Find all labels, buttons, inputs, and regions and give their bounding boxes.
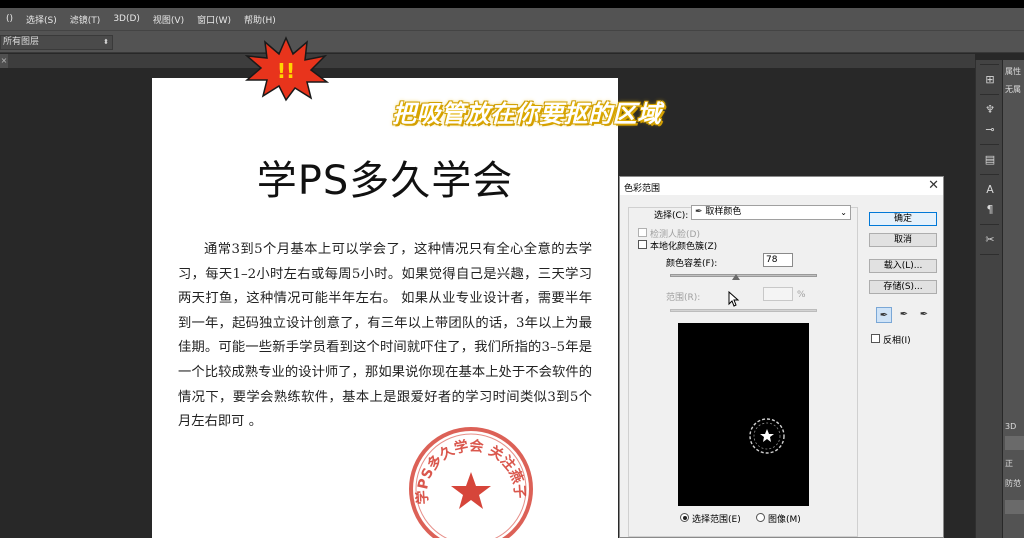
localized-clusters-label: 本地化颜色簇(Z) — [650, 242, 718, 252]
menu-item-select[interactable]: 选择(S) — [20, 13, 64, 26]
chevron-down-icon: ⌄ — [840, 208, 847, 217]
save-button[interactable]: 存储(S)... — [869, 280, 937, 294]
properties-none-label: 无属 — [1005, 85, 1021, 94]
options-bar: 所有图层 ⬍ — [0, 30, 1024, 53]
image-radio-label: 图像(M) — [768, 515, 801, 525]
menu-bar: () 选择(S) 滤镜(T) 3D(D) 视图(V) 窗口(W) 帮助(H) — [0, 8, 1024, 30]
cancel-button[interactable]: 取消 — [869, 233, 937, 247]
selection-radio-label: 选择范围(E) — [692, 515, 741, 525]
menu-item-3d[interactable]: 3D(D) — [107, 14, 147, 24]
character-icon[interactable]: A — [982, 182, 998, 198]
document-heading: 学PS多久学会 — [256, 158, 514, 204]
invert-checkbox[interactable] — [871, 334, 880, 343]
panel-r-label: 防范 — [1005, 479, 1021, 488]
load-button[interactable]: 载入(L)... — [869, 259, 937, 273]
panel-eye-button[interactable] — [1005, 500, 1024, 514]
invert-label: 反相(I) — [883, 336, 911, 346]
menu-item-filter[interactable]: 滤镜(T) — [64, 13, 108, 26]
document-tab-bar: × — [0, 54, 975, 68]
exclamation-burst-badge: !! — [244, 36, 329, 102]
document-paragraph: 通常3到5个月基本上可以学会了，这种情况只有全心全意的去学习，每天1–2小时左右… — [178, 242, 592, 430]
dialog-title: 色彩范围 — [624, 184, 661, 194]
menu-item-help[interactable]: 帮助(H) — [238, 13, 283, 26]
color-range-dialog: 色彩范围 ✕ 选择(C): ✒ 取样颜色 ⌄ 检测人脸(D) 本地化颜色簇(Z)… — [619, 176, 944, 538]
history-icon[interactable]: ⊞ — [982, 72, 998, 88]
select-label: 选择(C): — [654, 211, 689, 221]
sample-layers-value: 所有图层 — [3, 37, 40, 47]
properties-label: 属性 — [1005, 67, 1021, 76]
close-icon[interactable]: ✕ — [928, 178, 939, 193]
panel-search-button[interactable] — [1005, 436, 1024, 450]
burst-text: !! — [277, 59, 295, 83]
top-black-strip — [0, 0, 1024, 8]
fuzziness-slider-thumb[interactable] — [732, 274, 741, 280]
panel-3d-label: 3D — [1005, 422, 1017, 431]
panel-divider — [980, 174, 999, 175]
fuzziness-slider[interactable] — [670, 274, 817, 277]
tutorial-caption: 把吸管放在你要抠的区域 — [392, 100, 662, 128]
tools-icon[interactable]: ✂ — [982, 232, 998, 248]
layers-panel-icon[interactable]: ▤ — [982, 152, 998, 168]
eyedropper-add-icon[interactable]: ✒ — [896, 307, 912, 323]
fuzziness-label: 颜色容差(F): — [666, 259, 718, 269]
range-slider[interactable] — [670, 309, 817, 312]
adjustments-icon[interactable]: ⊸ — [982, 122, 998, 138]
mouse-cursor-icon — [728, 291, 740, 307]
tab-close-icon[interactable]: × — [0, 54, 8, 68]
selection-preview[interactable] — [678, 323, 809, 506]
fuzziness-input[interactable]: 78 — [763, 253, 793, 267]
range-label: 范围(R): — [666, 293, 701, 303]
selection-radio[interactable] — [680, 513, 689, 522]
chevron-updown-icon: ⬍ — [103, 38, 109, 46]
panel-z-label: 正 — [1005, 459, 1013, 468]
eyedropper-icon[interactable]: ✒ — [876, 307, 892, 323]
menu-item-partial[interactable]: () — [0, 14, 20, 24]
panel-divider — [980, 64, 999, 65]
properties-panel: 属性 无属 3D 正 防范 — [1003, 60, 1024, 538]
panel-icon-strip: ⊞ ♆ ⊸ ▤ A ¶ ✂ — [975, 60, 1002, 538]
panel-divider — [980, 94, 999, 95]
select-value: 取样颜色 — [705, 207, 742, 217]
sample-layers-select[interactable]: 所有图层 ⬍ — [0, 35, 113, 50]
localized-clusters-checkbox[interactable] — [638, 240, 647, 249]
eyedropper-subtract-icon[interactable]: ✒ — [916, 307, 932, 323]
menu-item-view[interactable]: 视图(V) — [147, 13, 191, 26]
panel-divider — [980, 254, 999, 255]
red-seal-stamp: 学PS多久学会 关注燕子 — [409, 427, 533, 538]
menu-item-window[interactable]: 窗口(W) — [191, 13, 238, 26]
panel-divider — [980, 144, 999, 145]
range-unit: % — [797, 290, 806, 300]
image-radio[interactable] — [756, 513, 765, 522]
paragraph-icon[interactable]: ¶ — [982, 202, 998, 218]
ok-button[interactable]: 确定 — [869, 212, 937, 226]
range-input[interactable] — [763, 287, 793, 301]
panel-divider — [980, 224, 999, 225]
dialog-titlebar: 色彩范围 ✕ — [620, 177, 943, 195]
document-canvas[interactable]: 学PS多久学会 通常3到5个月基本上可以学会了，这种情况只有全心全意的去学习，每… — [152, 78, 618, 538]
detect-faces-checkbox[interactable] — [638, 228, 647, 237]
brush-icon[interactable]: ♆ — [982, 102, 998, 118]
select-dropdown[interactable]: ✒ 取样颜色 ⌄ — [691, 205, 851, 220]
